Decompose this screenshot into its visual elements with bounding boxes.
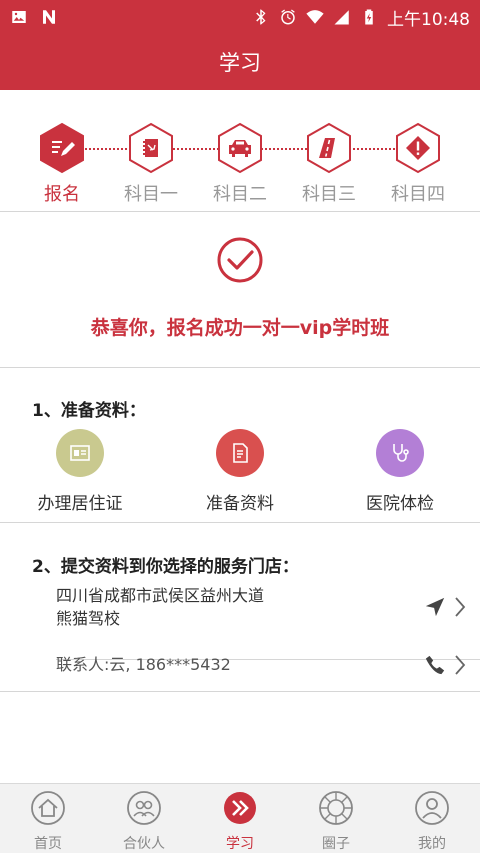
tab-label: 合伙人 [123,836,165,852]
prepare-title: 1、准备资料： [32,401,146,421]
tab-label: 圈子 [322,836,350,852]
item-label: 办理居住证 [37,494,123,514]
bluetooth-icon [252,8,270,26]
step-subject-one[interactable]: 科目一 [106,122,196,206]
navigation-icon[interactable] [424,596,446,618]
bottom-tab-bar: 首页 合伙人 学习 圈子 我的 [0,783,480,853]
status-time: 上午10:48 [387,9,470,30]
step-signup[interactable]: 报名 [17,122,107,206]
prepare-section: 1、准备资料： 办理居住证 准备资料 医院体检 [0,369,480,523]
contact-row[interactable]: 联系人:云, 186***5432 [56,652,480,682]
check-circle-icon [217,237,263,283]
step-subject-two[interactable]: 科目二 [195,122,285,206]
store-name: 熊猫驾校 [56,609,121,628]
step-label: 科目三 [302,184,356,205]
step-label: 科目二 [213,184,267,205]
study-icon [224,792,256,824]
title-bar: 学习 [0,34,480,90]
item-label: 医院体检 [366,494,434,514]
chevron-right-icon [455,655,466,675]
submit-section: 2、提交资料到你选择的服务门店： 四川省成都市武侯区益州大道 熊猫驾校 联系人:… [0,524,480,692]
success-panel: 恭喜你，报名成功一对一vip学时班 [0,213,480,368]
warning-icon [392,122,444,174]
step-label: 科目一 [124,184,178,205]
tab-home[interactable]: 首页 [0,784,96,853]
signup-icon [36,122,88,174]
tab-circle[interactable]: 圈子 [288,784,384,853]
home-icon [31,791,65,825]
document-icon [216,429,264,477]
step-label: 报名 [44,184,80,205]
image-icon [10,8,28,26]
success-message: 恭喜你，报名成功一对一vip学时班 [90,317,390,339]
wifi-icon [306,8,324,26]
submit-title: 2、提交资料到你选择的服务门店： [32,557,299,577]
tab-profile[interactable]: 我的 [384,784,480,853]
step-subject-three[interactable]: 科目三 [284,122,374,206]
contact-text: 联系人:云, 186***5432 [56,655,231,674]
tab-label: 首页 [34,836,62,852]
store-address: 四川省成都市武侯区益州大道 [56,586,265,605]
chevron-right-icon [455,597,466,617]
profile-icon [415,791,449,825]
id-card-icon [56,429,104,477]
step-label: 科目四 [391,184,445,205]
partner-icon [127,791,161,825]
prepare-docs-item[interactable]: 准备资料 [170,429,310,514]
battery-icon [360,8,378,26]
tab-partner[interactable]: 合伙人 [96,784,192,853]
stethoscope-icon [376,429,424,477]
tab-study[interactable]: 学习 [192,784,288,853]
page-title: 学习 [219,51,261,75]
circle-icon [319,791,353,825]
item-label: 准备资料 [206,494,274,514]
notebook-icon [125,122,177,174]
signal-icon [333,8,351,26]
n-icon [40,8,58,26]
medical-exam-item[interactable]: 医院体检 [330,429,470,514]
phone-icon[interactable] [424,654,446,676]
tab-label: 我的 [418,836,446,852]
car-icon [214,122,266,174]
store-address-row[interactable]: 四川省成都市武侯区益州大道 熊猫驾校 [56,584,480,660]
progress-steps: 报名 科目一 科目二 科目三 科目四 [0,90,480,212]
residence-permit-item[interactable]: 办理居住证 [10,429,150,514]
step-subject-four[interactable]: 科目四 [373,122,463,206]
road-icon [303,122,355,174]
tab-label: 学习 [226,836,254,852]
alarm-icon [279,8,297,26]
status-bar: 上午10:48 [0,0,480,34]
